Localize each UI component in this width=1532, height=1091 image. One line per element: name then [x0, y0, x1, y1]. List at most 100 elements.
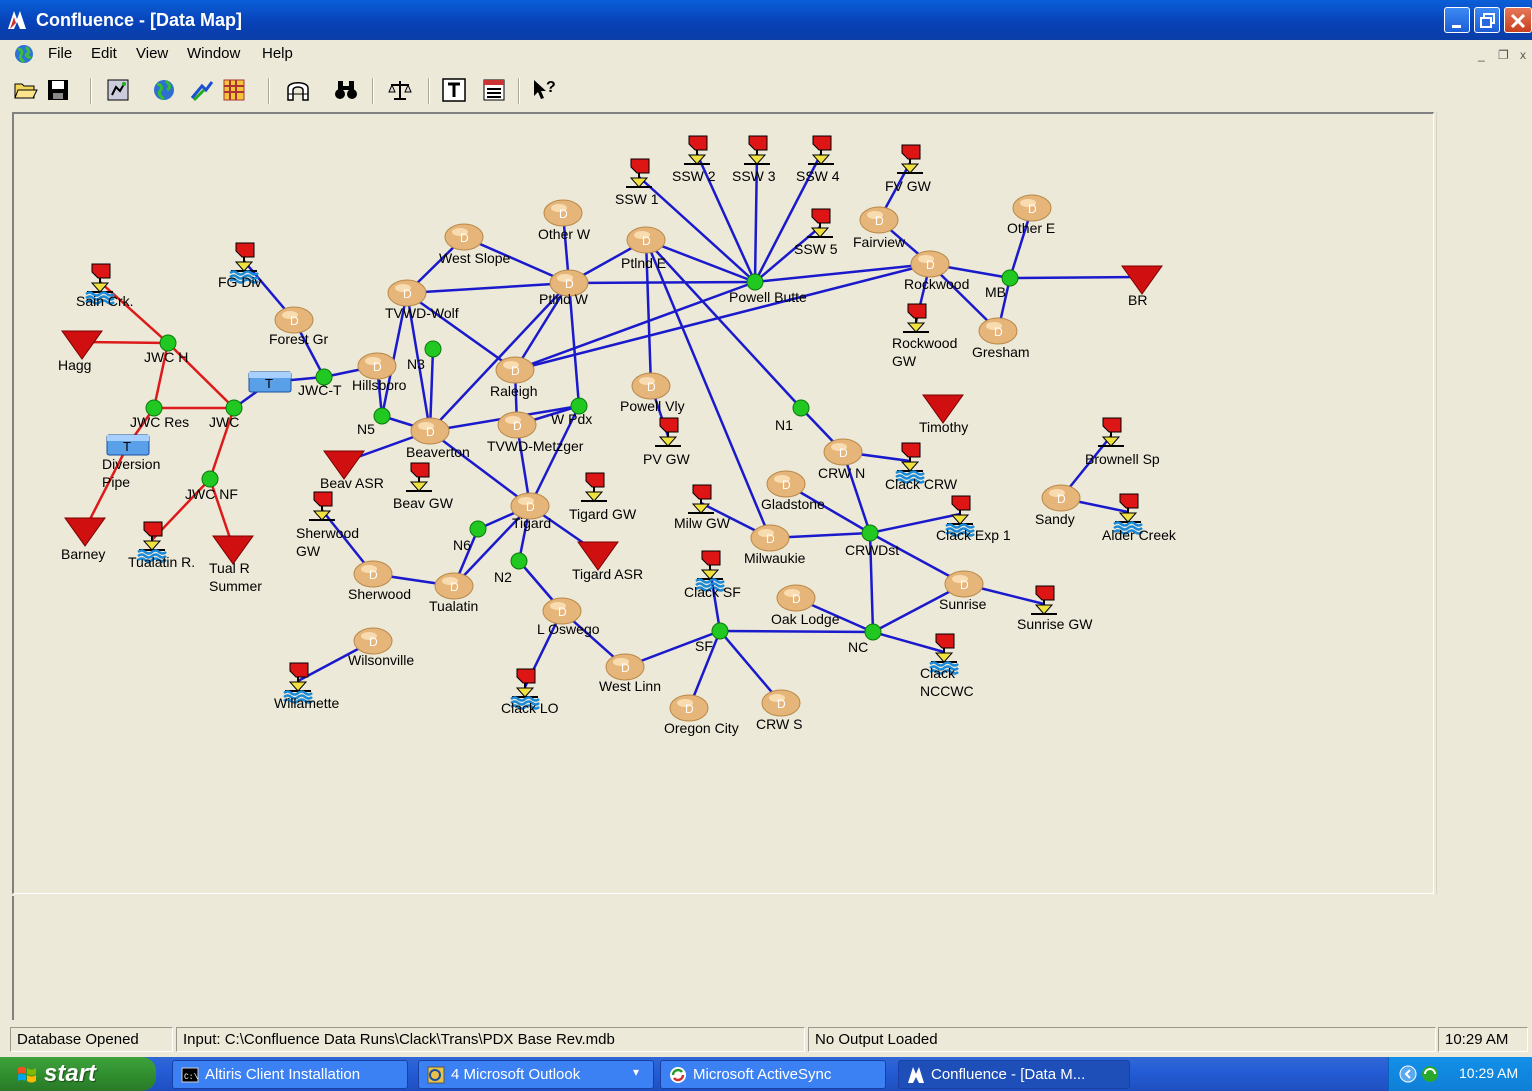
task-confluence[interactable]: Confluence - [Data M...: [898, 1060, 1130, 1089]
tray-clock[interactable]: 10:29 AM: [1459, 1065, 1518, 1081]
activesync-tray-icon[interactable]: [1421, 1065, 1439, 1083]
junction-node-crwdst[interactable]: [861, 524, 879, 542]
text-icon[interactable]: [442, 78, 466, 102]
supply-node-ssw2[interactable]: [684, 135, 710, 165]
help-pointer-icon[interactable]: ?: [532, 78, 556, 102]
open-icon[interactable]: [14, 78, 38, 102]
demand-node-other_e[interactable]: D: [1012, 194, 1052, 222]
mdi-close-button[interactable]: x: [1520, 48, 1526, 62]
demand-node-powell_vly[interactable]: D: [631, 372, 671, 400]
transfer-node-diversion_pipe[interactable]: T: [106, 434, 150, 456]
scale-icon[interactable]: [388, 78, 412, 102]
demand-node-crw_n[interactable]: D: [823, 438, 863, 466]
document-globe-icon[interactable]: [14, 44, 34, 64]
sink-label: Barney: [61, 546, 105, 562]
demand-node-sherwood[interactable]: D: [353, 560, 393, 588]
start-button[interactable]: start: [0, 1057, 156, 1091]
link-sf-nc[interactable]: [719, 629, 874, 634]
group-dropdown-icon[interactable]: ▾: [633, 1065, 639, 1079]
supply-node-pv_gw[interactable]: [655, 417, 681, 447]
junction-node-nc[interactable]: [864, 623, 882, 641]
demand-node-sunrise[interactable]: D: [944, 570, 984, 598]
demand-node-west_slope[interactable]: D: [444, 223, 484, 251]
supply-node-ssw5[interactable]: [807, 208, 833, 238]
supply-node-beav_gw[interactable]: [406, 462, 432, 492]
demand-node-tualatin[interactable]: D: [434, 572, 474, 600]
supply-node-ssw4[interactable]: [808, 135, 834, 165]
supply-node-fv_gw[interactable]: [897, 144, 923, 174]
supply-node-ssw1[interactable]: [626, 158, 652, 188]
demand-node-west_linn[interactable]: D: [605, 653, 645, 681]
demand-node-hillsboro[interactable]: D: [357, 352, 397, 380]
junction-node-sf[interactable]: [711, 622, 729, 640]
supply-node-brownell_sp[interactable]: [1098, 417, 1124, 447]
demand-node-rockwood[interactable]: D: [910, 250, 950, 278]
sink-node-hagg[interactable]: [61, 330, 103, 360]
link-nc-clack_nccwc[interactable]: [872, 630, 945, 654]
demand-node-wilsonville[interactable]: D: [353, 627, 393, 655]
mdi-restore-button[interactable]: ❐: [1498, 48, 1509, 62]
demand-node-tvwd_wolf[interactable]: D: [387, 279, 427, 307]
transfer-node-jwc_tank[interactable]: T: [248, 371, 292, 393]
demand-node-crw_s[interactable]: D: [761, 689, 801, 717]
arrows-icon[interactable]: [190, 78, 214, 102]
sink-node-br[interactable]: [1121, 265, 1163, 295]
supply-label: SSW 5: [794, 241, 838, 257]
arch-icon[interactable]: [286, 78, 310, 102]
list-icon[interactable]: [482, 78, 506, 102]
binoculars-icon[interactable]: [334, 78, 358, 102]
demand-node-tvwd_metzger[interactable]: D: [497, 411, 537, 439]
save-icon[interactable]: [46, 78, 70, 102]
window-title: Confluence - [Data Map]: [36, 10, 243, 30]
minimize-button[interactable]: [1444, 7, 1470, 33]
link-hagg-jwc_h[interactable]: [81, 340, 169, 345]
demand-node-raleigh[interactable]: D: [495, 356, 535, 384]
demand-node-oregon_city[interactable]: D: [669, 694, 709, 722]
task-activesync[interactable]: Microsoft ActiveSync: [660, 1060, 886, 1089]
demand-node-beaverton[interactable]: D: [410, 417, 450, 445]
supply-node-ssw3[interactable]: [744, 135, 770, 165]
supply-node-sunrise_gw[interactable]: [1031, 585, 1057, 615]
restore-button[interactable]: [1474, 7, 1500, 33]
junction-node-n6[interactable]: [469, 520, 487, 538]
demand-node-ptlnd_e[interactable]: D: [626, 226, 666, 254]
task-outlook[interactable]: 4 Microsoft Outlook ▾: [418, 1060, 654, 1089]
link-mb-br[interactable]: [1009, 275, 1143, 280]
menu-window[interactable]: Window: [187, 45, 240, 62]
menu-file[interactable]: File: [48, 45, 72, 62]
menu-edit[interactable]: Edit: [91, 45, 117, 62]
junction-node-n1[interactable]: [792, 399, 810, 417]
demand-node-oak_lodge[interactable]: D: [776, 584, 816, 612]
junction-node-n2[interactable]: [510, 552, 528, 570]
demand-node-gladstone[interactable]: D: [766, 470, 806, 498]
sink-node-barney[interactable]: [64, 517, 106, 547]
supply-node-rockwood_gw[interactable]: [903, 303, 929, 333]
menu-view[interactable]: View: [136, 45, 168, 62]
supply-node-tigard_gw[interactable]: [581, 472, 607, 502]
task-altiris[interactable]: C:\ Altiris Client Installation: [172, 1060, 408, 1089]
grid-icon[interactable]: [222, 78, 246, 102]
close-button[interactable]: [1504, 7, 1532, 33]
junction-node-powell_butte[interactable]: [746, 273, 764, 291]
supply-label: FV GW: [885, 178, 932, 194]
supply-node-sherwood_gw[interactable]: [309, 491, 335, 521]
demand-node-milwaukie[interactable]: D: [750, 524, 790, 552]
junction-node-n3[interactable]: [424, 340, 442, 358]
menu-help[interactable]: Help: [262, 45, 293, 62]
demand-node-gresham[interactable]: D: [978, 317, 1018, 345]
junction-node-n5[interactable]: [373, 407, 391, 425]
link-ptlnd_w-powell_butte[interactable]: [568, 280, 756, 285]
globe-icon[interactable]: [152, 78, 176, 102]
data-map-canvas[interactable]: Hagg Barney Tual R Summer Beav ASR Tigard ASR…: [12, 112, 1434, 894]
map-icon[interactable]: [106, 78, 130, 102]
network-map[interactable]: Hagg Barney Tual R Summer Beav ASR Tigard ASR…: [14, 114, 1434, 894]
demand-node-forest_gr[interactable]: D: [274, 306, 314, 334]
demand-node-sandy[interactable]: D: [1041, 484, 1081, 512]
svg-text:D: D: [565, 277, 574, 291]
mdi-minimize-button[interactable]: _: [1478, 48, 1485, 62]
show-hidden-icons-icon[interactable]: [1399, 1065, 1417, 1083]
junction-node-jwc_nf[interactable]: [201, 470, 219, 488]
demand-node-other_w[interactable]: D: [543, 199, 583, 227]
supply-label: SSW 3: [732, 168, 776, 184]
demand-node-fairview[interactable]: D: [859, 206, 899, 234]
